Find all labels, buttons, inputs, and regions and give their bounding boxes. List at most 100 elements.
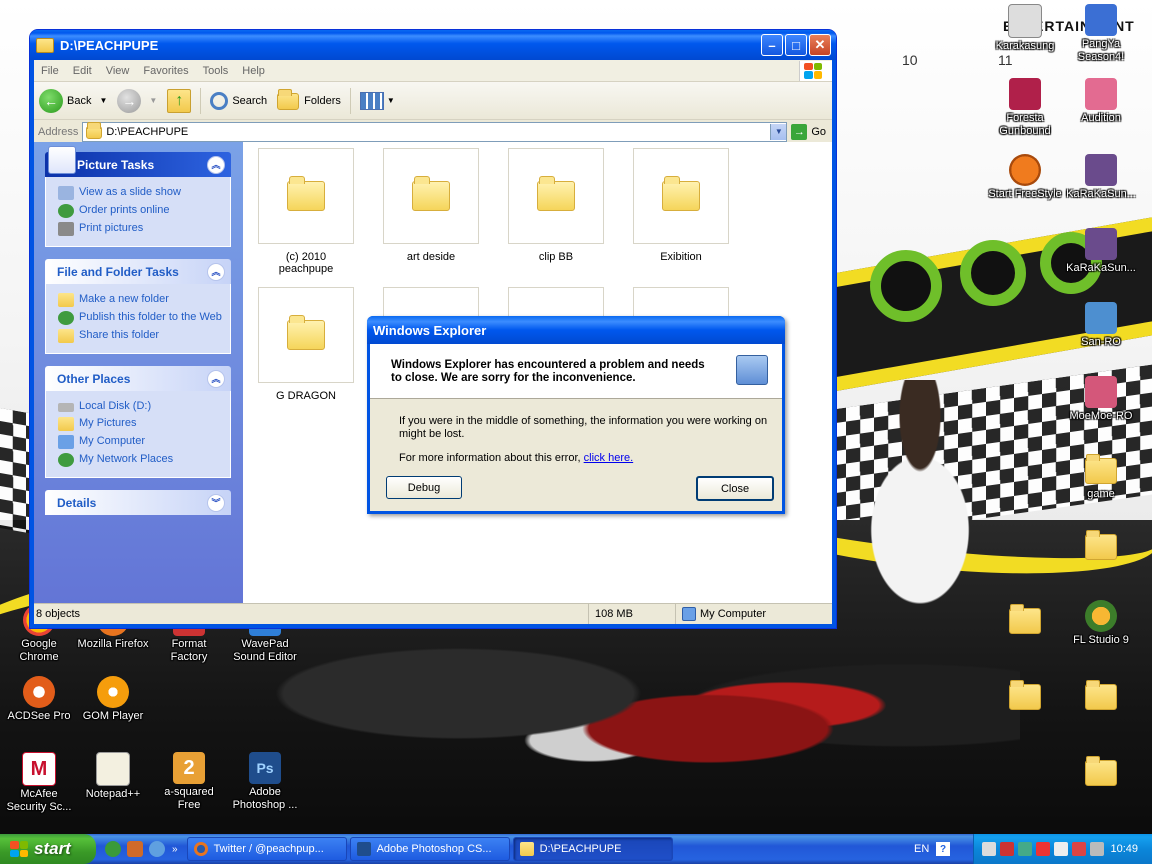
other-places-header[interactable]: Other Places ︽ bbox=[45, 366, 231, 391]
desktop-icon-pangya[interactable]: PangYa Season4! bbox=[1064, 4, 1138, 64]
go-button[interactable]: → Go bbox=[787, 123, 832, 140]
window-titlebar[interactable]: D:\PEACHPUPE – □ ✕ bbox=[30, 30, 836, 60]
tray-icon[interactable] bbox=[1090, 842, 1104, 856]
task-slide-show[interactable]: View as a slide show bbox=[58, 186, 230, 200]
dialog-close-button[interactable]: Close bbox=[696, 476, 774, 501]
desktop-icon-photoshop[interactable]: Ps Adobe Photoshop ... bbox=[228, 752, 302, 812]
views-button[interactable]: ▼ bbox=[355, 86, 400, 116]
file-folder-tasks-header[interactable]: File and Folder Tasks ︽ bbox=[45, 259, 231, 284]
app-icon[interactable] bbox=[149, 841, 165, 857]
desktop-icon-freestyle[interactable]: Start FreeStyle bbox=[988, 154, 1062, 201]
taskbar-item-explorer[interactable]: D:\PEACHPUPE bbox=[512, 837, 673, 861]
place-my-computer[interactable]: My Computer bbox=[58, 435, 230, 449]
desktop-folder[interactable] bbox=[988, 604, 1062, 638]
chevron-right-icon[interactable]: » bbox=[172, 844, 178, 855]
task-new-folder[interactable]: Make a new folder bbox=[58, 293, 230, 307]
maximize-button[interactable]: □ bbox=[785, 34, 807, 56]
folder-icon bbox=[1085, 756, 1117, 786]
close-button[interactable]: ✕ bbox=[809, 34, 831, 56]
folder-item[interactable]: Exibition bbox=[633, 148, 729, 263]
desktop-icon-karakasun-2[interactable]: KaRaKaSun... bbox=[1064, 228, 1138, 275]
desktop-icon-acdsee[interactable]: ACDSee Pro bbox=[2, 676, 76, 723]
folder-item[interactable]: (c) 2010 peachpupe bbox=[258, 148, 354, 275]
status-size: 108 MB bbox=[589, 604, 676, 624]
desktop-icon-game-folder[interactable]: game bbox=[1064, 454, 1138, 501]
drive-icon bbox=[58, 403, 74, 412]
click-here-link[interactable]: click here. bbox=[584, 452, 634, 464]
status-bar: 8 objects 108 MB My Computer bbox=[34, 603, 832, 624]
desktop-folder[interactable] bbox=[1064, 756, 1138, 790]
tray-icon[interactable] bbox=[1036, 842, 1050, 856]
taskbar-item-twitter[interactable]: Twitter / @peachpup... bbox=[186, 837, 347, 861]
dialog-titlebar[interactable]: Windows Explorer bbox=[367, 316, 785, 344]
chevron-down-icon[interactable]: ▼ bbox=[99, 96, 107, 105]
folder-item[interactable]: art deside bbox=[383, 148, 479, 263]
game-icon bbox=[1085, 4, 1117, 36]
desktop-icon-moemoe-ro[interactable]: MoeMoe-RO bbox=[1064, 376, 1138, 423]
app-icon[interactable] bbox=[127, 841, 143, 857]
desktop-icon-fl-studio[interactable]: FL Studio 9 bbox=[1064, 600, 1138, 647]
folder-item[interactable]: clip BB bbox=[508, 148, 604, 263]
collapse-icon[interactable]: ︽ bbox=[207, 369, 225, 388]
place-network[interactable]: My Network Places bbox=[58, 453, 230, 467]
collapse-icon[interactable]: ︽ bbox=[207, 155, 225, 174]
chevron-down-icon[interactable]: ▼ bbox=[149, 96, 157, 105]
menu-favorites[interactable]: Favorites bbox=[136, 65, 195, 77]
menu-file[interactable]: File bbox=[34, 65, 66, 77]
expand-icon[interactable]: ︾ bbox=[207, 493, 225, 512]
desktop-icon-san-ro[interactable]: San-RO bbox=[1064, 302, 1138, 349]
help-icon[interactable]: ? bbox=[936, 842, 950, 856]
folder-icon bbox=[1009, 680, 1041, 710]
up-button[interactable]: ↑ bbox=[162, 86, 196, 116]
desktop-folder[interactable] bbox=[1064, 680, 1138, 714]
place-my-pictures[interactable]: My Pictures bbox=[58, 417, 230, 431]
wallpaper-ring bbox=[960, 240, 1026, 306]
desktop-icon-karakasun-1[interactable]: KaRaKaSun... bbox=[1064, 154, 1138, 201]
back-button[interactable]: ← Back ▼ bbox=[34, 86, 112, 116]
minimize-button[interactable]: – bbox=[761, 34, 783, 56]
details-header[interactable]: Details ︾ bbox=[45, 490, 231, 515]
place-local-disk[interactable]: Local Disk (D:) bbox=[58, 400, 230, 413]
tray-icon[interactable] bbox=[1000, 842, 1014, 856]
collapse-icon[interactable]: ︽ bbox=[207, 262, 225, 281]
folder-item[interactable]: G DRAGON bbox=[258, 287, 354, 402]
tray-icon[interactable] bbox=[1018, 842, 1032, 856]
menu-help[interactable]: Help bbox=[235, 65, 272, 77]
status-location: My Computer bbox=[676, 607, 832, 621]
taskbar-item-photoshop[interactable]: Adobe Photoshop CS... bbox=[349, 837, 510, 861]
desktop-icon-gom[interactable]: GOM Player bbox=[76, 676, 150, 723]
folder-icon bbox=[537, 176, 575, 211]
desktop-folder[interactable] bbox=[988, 680, 1062, 714]
menu-tools[interactable]: Tools bbox=[196, 65, 236, 77]
tray-icon[interactable] bbox=[1072, 842, 1086, 856]
menu-edit[interactable]: Edit bbox=[66, 65, 99, 77]
desktop-icon-notepadpp[interactable]: Notepad++ bbox=[76, 752, 150, 801]
folder-icon bbox=[662, 176, 700, 211]
desktop-icon-mcafee[interactable]: M McAfee Security Sc... bbox=[2, 752, 76, 814]
language-indicator[interactable]: EN bbox=[914, 843, 929, 855]
desktop-icon-asquared[interactable]: 2 a-squared Free bbox=[152, 752, 226, 812]
desktop-icon-gunbound[interactable]: Foresta Gunbound bbox=[988, 78, 1062, 138]
address-input[interactable]: D:\PEACHPUPE ▼ bbox=[82, 121, 788, 142]
forward-button[interactable]: → ▼ bbox=[112, 86, 162, 116]
picture-tasks-header[interactable]: Picture Tasks ︽ bbox=[45, 146, 231, 177]
task-print-pictures[interactable]: Print pictures bbox=[58, 222, 230, 236]
task-order-prints[interactable]: Order prints online bbox=[58, 204, 230, 218]
search-button[interactable]: Search bbox=[205, 86, 272, 116]
menu-view[interactable]: View bbox=[99, 65, 137, 77]
folders-button[interactable]: Folders bbox=[272, 86, 346, 116]
desktop-icon-audition[interactable]: Audition bbox=[1064, 78, 1138, 125]
address-dropdown-button[interactable]: ▼ bbox=[770, 123, 787, 140]
tray-icon[interactable] bbox=[982, 842, 996, 856]
globe-icon bbox=[58, 204, 74, 218]
desktop-folder[interactable] bbox=[1064, 530, 1138, 564]
task-publish-web[interactable]: Publish this folder to the Web bbox=[58, 311, 230, 325]
fl-studio-icon bbox=[1085, 600, 1117, 632]
task-share-folder[interactable]: Share this folder bbox=[58, 329, 230, 343]
start-button[interactable]: start bbox=[0, 834, 96, 864]
clock[interactable]: 10:49 bbox=[1110, 843, 1138, 855]
utorrent-icon[interactable] bbox=[105, 841, 121, 857]
tray-icon[interactable] bbox=[1054, 842, 1068, 856]
desktop-icon-karakasung[interactable]: Karakasung bbox=[988, 4, 1062, 53]
debug-button[interactable]: Debug bbox=[386, 476, 462, 499]
